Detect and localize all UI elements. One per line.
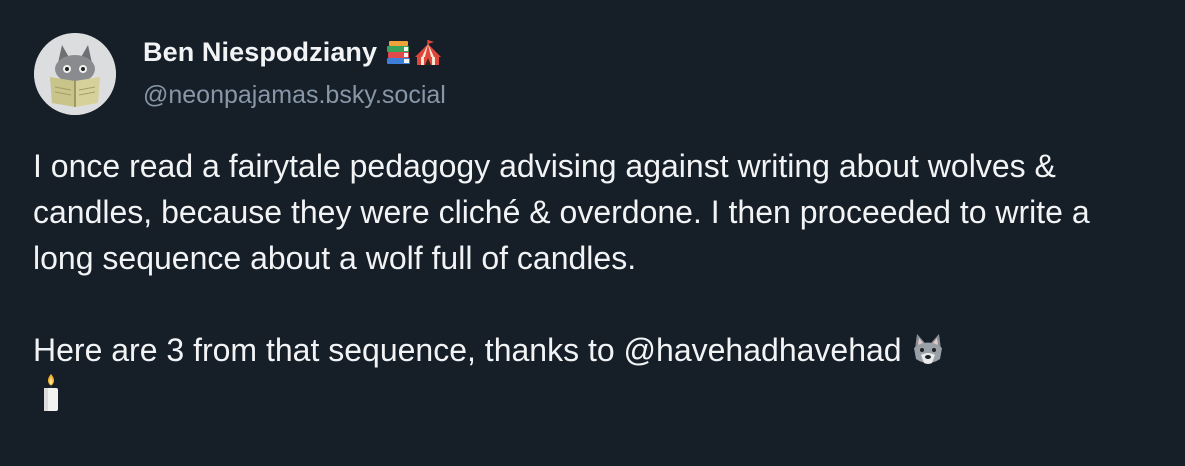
- post-card: Ben Niespodziany @neonpajamas.bsky.socia…: [0, 0, 1185, 466]
- books-icon: [387, 41, 411, 64]
- author-handle[interactable]: @neonpajamas.bsky.social: [143, 81, 446, 110]
- author-display-name[interactable]: Ben Niespodziany: [143, 37, 442, 68]
- post-paragraph: I once read a fairytale pedagogy advisin…: [33, 148, 1090, 276]
- wolf-icon: [914, 334, 943, 364]
- circus-tent-icon: [415, 40, 442, 65]
- candle-icon: [44, 374, 58, 411]
- display-name-text: Ben Niespodziany: [143, 37, 378, 67]
- author-avatar[interactable]: [34, 33, 116, 115]
- wolf-reading-book-avatar-icon: [34, 33, 116, 115]
- mention-link[interactable]: @havehadhavehad: [624, 332, 902, 368]
- post-body: I once read a fairytale pedagogy advisin…: [33, 143, 1153, 419]
- paragraph-text: Here are 3 from that sequence, thanks to: [33, 332, 624, 368]
- post-paragraph: Here are 3 from that sequence, thanks to…: [33, 327, 1153, 419]
- name-emoji-group: [385, 39, 442, 66]
